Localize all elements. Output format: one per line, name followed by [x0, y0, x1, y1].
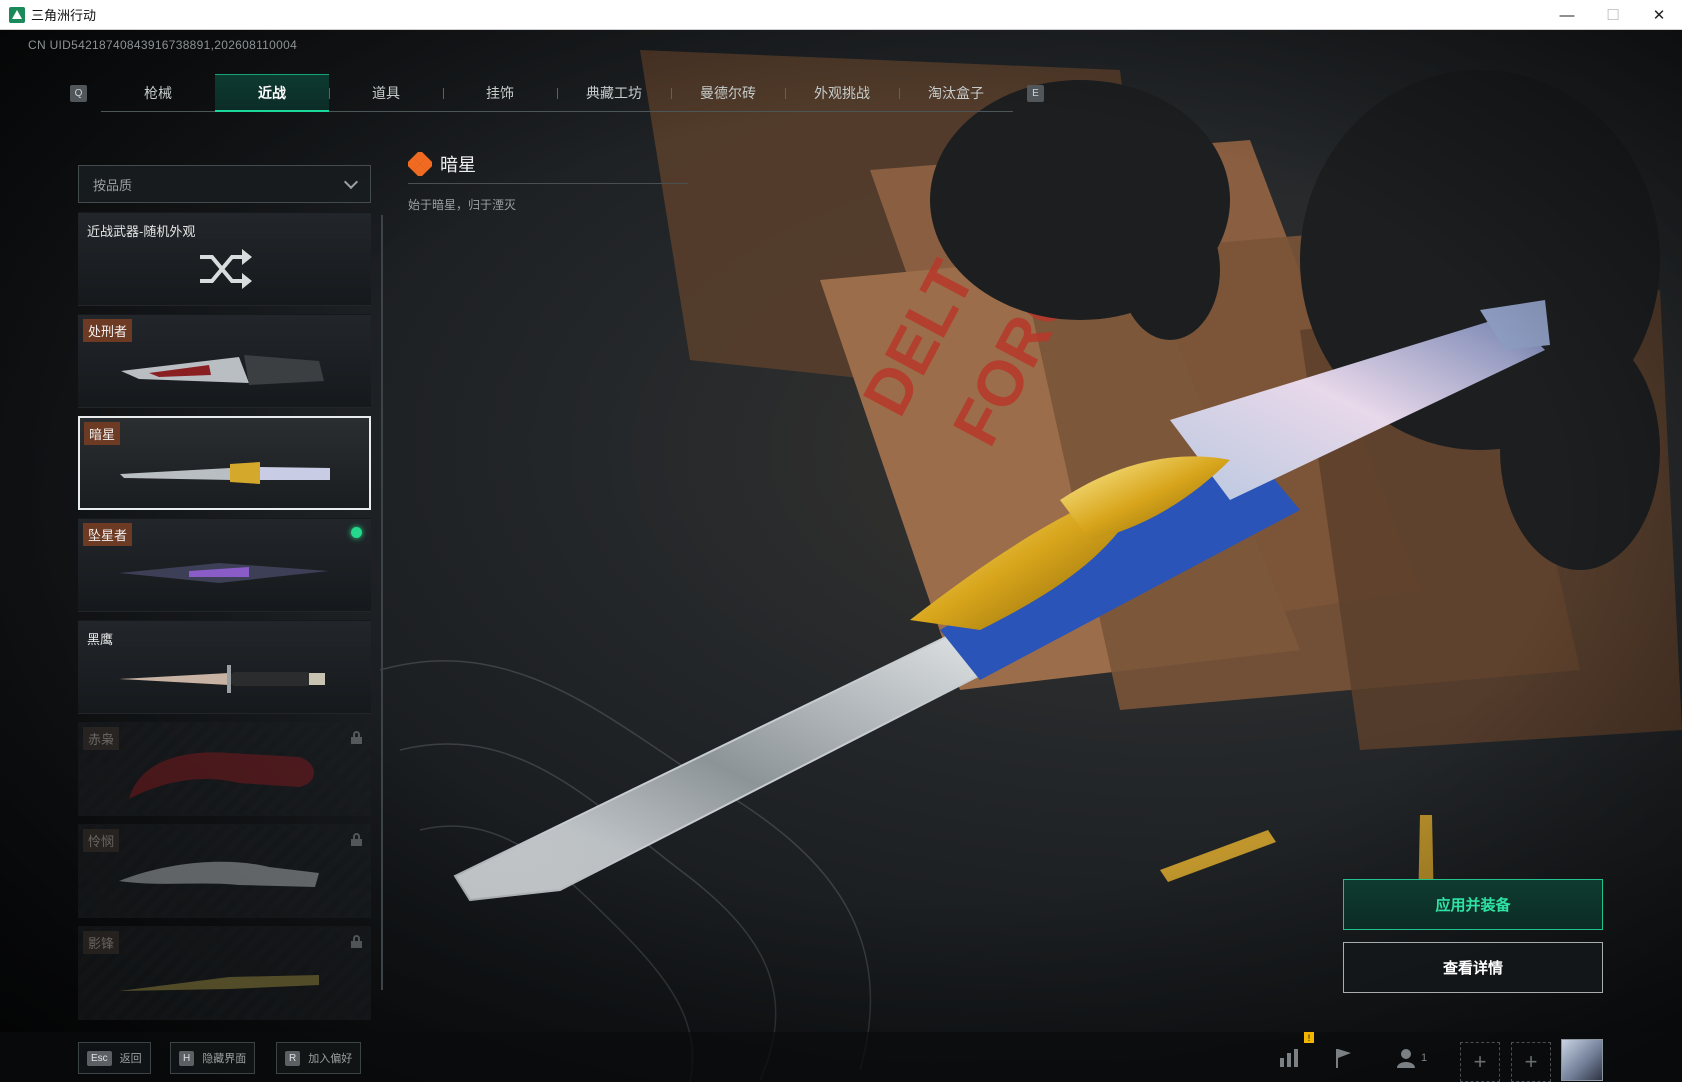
skin-item-executioner[interactable]: 处刑者	[78, 314, 371, 408]
star-faller-knife-icon	[119, 563, 329, 583]
next-tab-key[interactable]: E	[1027, 84, 1044, 102]
invite-slot-2-button[interactable]: +	[1511, 1042, 1551, 1082]
skin-item-star-faller[interactable]: 坠星者	[78, 518, 371, 612]
selected-weapon-info: 暗星 始于暗星，归于湮灭	[408, 151, 688, 213]
tab-elimination-box[interactable]: 淘汰盒子	[899, 74, 1013, 112]
hide-ui-label: 隐藏界面	[202, 1053, 247, 1065]
skin-item-shadow-blade[interactable]: 影锋	[78, 926, 371, 1020]
skin-item-label: 坠星者	[83, 523, 133, 546]
tab-melee[interactable]: 近战	[215, 74, 329, 112]
bottom-bar: Esc 返回 H 隐藏界面 R 加入偏好 1 + +	[0, 1032, 1682, 1082]
add-favorite-hint-button[interactable]: R 加入偏好	[276, 1042, 362, 1074]
tab-firearms[interactable]: 枪械	[101, 74, 215, 112]
mercy-knife-icon	[119, 861, 319, 887]
skin-item-label: 近战武器-随机外观	[87, 224, 196, 239]
black-hawk-knife-icon	[119, 665, 325, 693]
dark-star-knife-icon	[120, 462, 330, 484]
weapon-description: 始于暗星，归于湮灭	[408, 198, 517, 212]
tab-appearance-challenge[interactable]: 外观挑战	[785, 74, 899, 112]
tab-gadgets[interactable]: 道具	[329, 74, 443, 112]
skin-item-label: 黑鹰	[87, 632, 114, 647]
maximize-button[interactable]: ☐	[1590, 0, 1636, 30]
skin-item-label: 怜悯	[83, 829, 120, 852]
h-key: H	[179, 1050, 195, 1066]
minimize-button[interactable]: —	[1544, 0, 1590, 30]
skin-item-label: 处刑者	[83, 319, 133, 342]
flag-icon[interactable]	[1328, 1044, 1358, 1072]
skin-item-black-hawk[interactable]: 黑鹰	[78, 620, 371, 714]
skin-item-label: 暗星	[84, 422, 121, 445]
category-tabs: 枪械 近战 道具 挂饰 典藏工坊 曼德尔砖 外观挑战 淘汰盒子	[101, 74, 1013, 112]
executioner-knife-icon	[121, 355, 324, 385]
esc-key: Esc	[87, 1050, 112, 1066]
skin-item-random[interactable]: 近战武器-随机外观	[78, 212, 371, 306]
shuffle-icon	[200, 249, 252, 289]
sort-select-label: 按品质	[93, 177, 133, 193]
weapon-name: 暗星	[440, 154, 476, 175]
orange-diamond-icon	[408, 151, 432, 176]
chevron-down-icon	[343, 174, 359, 189]
red-owl-karambit-icon	[129, 752, 314, 799]
lock-icon	[351, 833, 362, 846]
player-avatar[interactable]	[1561, 1039, 1603, 1081]
back-label: 返回	[119, 1053, 142, 1065]
stats-chart-icon[interactable]	[1274, 1044, 1304, 1072]
skin-item-label: 影锋	[83, 931, 120, 954]
window-titlebar: 三角洲行动 — ☐ ✕	[0, 0, 1682, 30]
close-button[interactable]: ✕	[1636, 0, 1682, 30]
skin-item-dark-star[interactable]: 暗星	[78, 416, 371, 510]
app-logo-icon	[9, 6, 25, 23]
skin-item-label: 赤枭	[83, 727, 120, 750]
invite-slot-1-button[interactable]: +	[1460, 1042, 1500, 1082]
tab-mandel-brick[interactable]: 曼德尔砖	[671, 74, 785, 112]
player-uid: CN UID5421874084391673889​1,202608110004	[28, 38, 298, 52]
team-members-icon[interactable]: 1	[1388, 1044, 1434, 1072]
notification-badge: !	[1304, 1032, 1314, 1043]
weapon-header: 暗星	[408, 151, 688, 184]
window-title: 三角洲行动	[31, 8, 97, 23]
r-key: R	[285, 1050, 301, 1066]
tab-charms[interactable]: 挂饰	[443, 74, 557, 112]
window-controls: — ☐ ✕	[1544, 0, 1682, 30]
prev-tab-key[interactable]: Q	[70, 84, 87, 102]
skin-item-mercy[interactable]: 怜悯	[78, 824, 371, 918]
equipped-indicator-icon	[351, 527, 362, 538]
skin-list-scrollbar[interactable]	[381, 215, 383, 990]
shadow-blade-knife-icon	[119, 975, 319, 991]
category-tabbar: Q 枪械 近战 道具 挂饰 典藏工坊 曼德尔砖 外观挑战 淘汰盒子 E	[70, 74, 1044, 112]
team-count: 1	[1420, 1052, 1428, 1064]
tab-collection-workshop[interactable]: 典藏工坊	[557, 74, 671, 112]
lock-icon	[351, 935, 362, 948]
add-favorite-label: 加入偏好	[308, 1053, 353, 1065]
hide-ui-hint-button[interactable]: H 隐藏界面	[170, 1042, 256, 1074]
skin-item-red-owl[interactable]: 赤枭	[78, 722, 371, 816]
melee-skin-list: 近战武器-随机外观 处刑者 暗星 坠星者 黑鹰 赤枭 怜悯 影锋	[78, 212, 371, 1028]
sort-by-quality-select[interactable]: 按品质	[78, 165, 371, 203]
view-details-button[interactable]: 查看详情	[1343, 942, 1603, 993]
back-hint-button[interactable]: Esc 返回	[78, 1042, 151, 1074]
apply-and-equip-button[interactable]: 应用并装备	[1343, 879, 1603, 930]
lock-icon	[351, 731, 362, 744]
game-viewport: DELTA FORCE C	[0, 30, 1682, 1082]
